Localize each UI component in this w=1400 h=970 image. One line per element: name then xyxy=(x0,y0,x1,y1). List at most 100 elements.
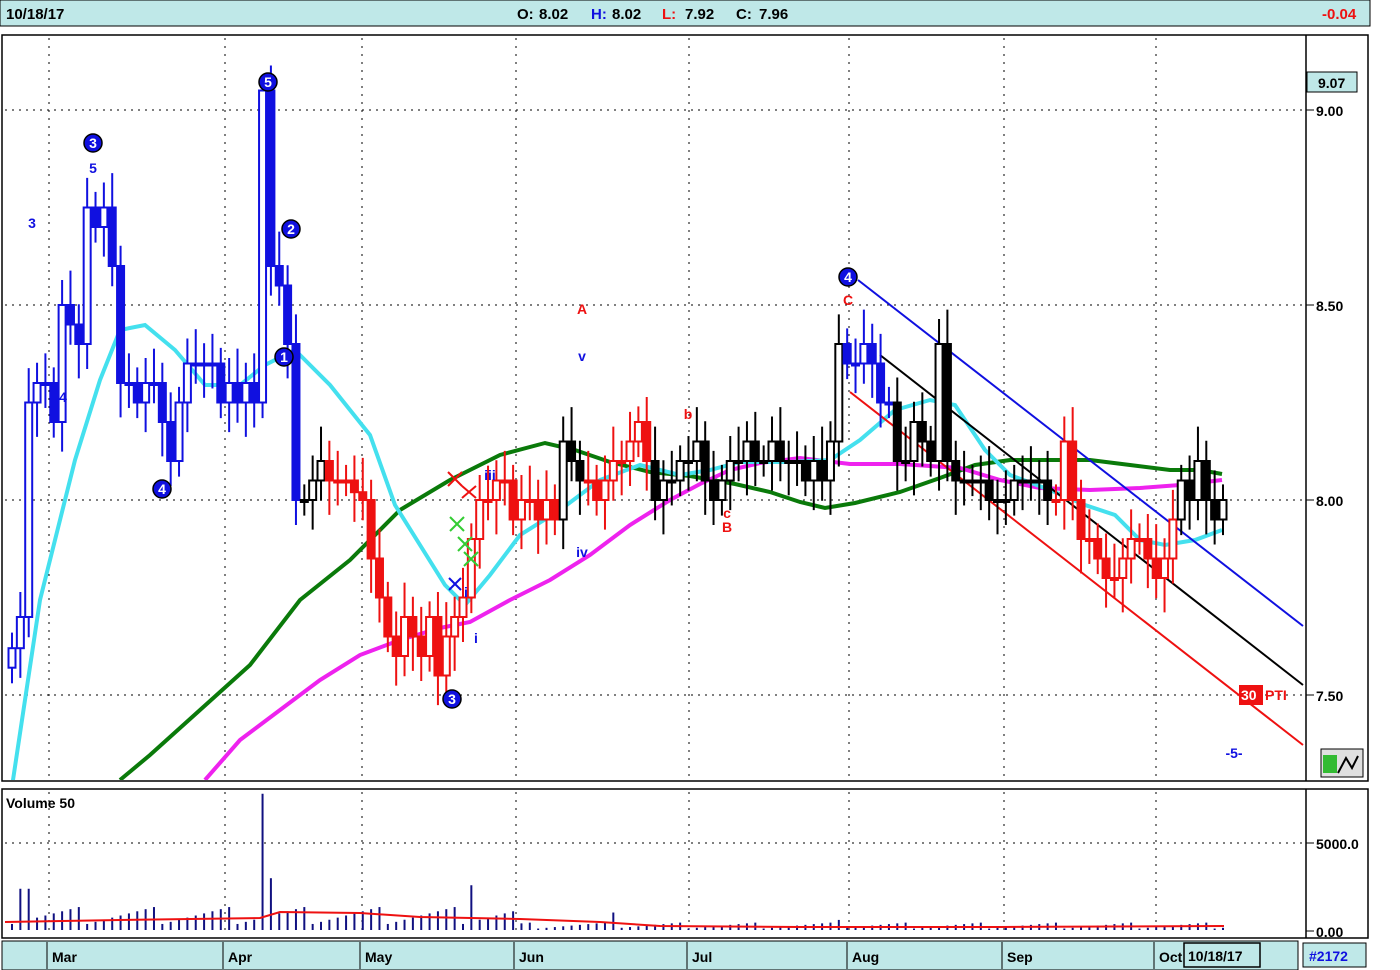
candle-body xyxy=(909,421,919,462)
candle-body xyxy=(942,343,952,462)
wave-label: 4 xyxy=(158,481,166,497)
candle-body xyxy=(15,616,25,650)
candle-body xyxy=(24,401,34,618)
candle-body xyxy=(241,382,251,404)
candle-body xyxy=(333,479,343,484)
month-label: Oct xyxy=(1159,949,1183,965)
candle-body xyxy=(550,499,560,521)
candle-body xyxy=(959,479,969,484)
wave-label: iii xyxy=(484,467,496,483)
candle-body xyxy=(792,460,802,464)
wave-label: A xyxy=(577,301,587,317)
candle-body xyxy=(709,479,719,501)
close-label: C: xyxy=(736,6,752,23)
candle-body xyxy=(976,479,986,484)
candle-body xyxy=(683,460,693,464)
candle-body xyxy=(182,362,192,404)
candle-body xyxy=(767,440,777,462)
candle-body xyxy=(199,362,209,367)
candle-body xyxy=(491,479,501,501)
candle-body xyxy=(859,343,869,365)
candle-body xyxy=(1134,538,1144,542)
wave-label: v xyxy=(578,348,586,364)
candle-body xyxy=(817,460,827,482)
candle-body xyxy=(1118,557,1128,579)
candle-body xyxy=(458,596,468,618)
candle-body xyxy=(951,460,961,482)
scale-toggle-icon[interactable] xyxy=(1320,748,1364,778)
candle-body xyxy=(1109,577,1119,581)
candle-body xyxy=(450,616,460,638)
month-label: May xyxy=(365,949,392,965)
candle-body xyxy=(132,382,142,404)
candle-body xyxy=(441,635,451,677)
candle-body xyxy=(1151,557,1161,579)
candle-body xyxy=(876,362,886,404)
candle-body xyxy=(249,382,259,404)
month-label: Mar xyxy=(52,949,77,965)
candle-body xyxy=(608,460,618,482)
candle-body xyxy=(516,499,526,521)
candle-body xyxy=(416,635,426,657)
price-panel[interactable]: 345345213iiiiivivAbcBC4-5- 9.008.508.007… xyxy=(1,34,1369,800)
candle-body xyxy=(400,616,410,657)
candle-body xyxy=(149,382,159,386)
candle-body xyxy=(224,382,234,404)
candle-body xyxy=(667,479,677,484)
candle-body xyxy=(124,382,134,386)
candle-body xyxy=(1168,518,1178,560)
candle-body xyxy=(349,479,359,494)
candle-body xyxy=(967,479,977,484)
candle-body xyxy=(1218,499,1228,521)
candle-body xyxy=(542,499,552,521)
candle-body xyxy=(283,284,293,345)
month-label: Aug xyxy=(852,949,879,965)
candle-body xyxy=(926,440,936,462)
wave-label: b xyxy=(684,406,693,422)
candle-body xyxy=(567,440,577,462)
candle-body xyxy=(867,343,877,365)
candle-body xyxy=(834,343,844,443)
month-label: Jun xyxy=(519,949,544,965)
pti-value: 30 xyxy=(1241,687,1257,703)
candle-body xyxy=(617,460,627,464)
candle-body xyxy=(266,89,276,267)
volume-panel[interactable]: Volume 50 5000.0 0.00 xyxy=(1,788,1369,940)
candle-body xyxy=(324,460,334,482)
wave-label: 4 xyxy=(59,389,67,405)
candle-body xyxy=(633,421,643,443)
wave-label: iv xyxy=(576,544,588,560)
month-label: Jul xyxy=(692,949,712,965)
volume-tick-0: 0.00 xyxy=(1316,924,1343,940)
candle-body xyxy=(107,206,117,267)
candle-body xyxy=(600,479,610,501)
high-label: H: xyxy=(591,6,607,23)
candle-body xyxy=(1143,538,1153,560)
candle-body xyxy=(475,499,485,540)
candle-body xyxy=(1160,557,1170,579)
candle-body xyxy=(1076,499,1086,540)
candle-body xyxy=(1034,479,1044,484)
candle-body xyxy=(1018,479,1028,484)
candle-body xyxy=(508,479,518,521)
candle-body xyxy=(583,479,593,484)
wave-label: i xyxy=(474,630,478,646)
candle-body xyxy=(1026,479,1036,484)
candle-body xyxy=(191,362,201,367)
low-value: 7.92 xyxy=(685,6,714,23)
wave-label: B xyxy=(722,519,732,535)
price-tick-label: 8.50 xyxy=(1316,298,1343,314)
candle-body xyxy=(533,499,543,521)
candle-body xyxy=(1193,460,1203,501)
candle-body xyxy=(642,421,652,462)
candle-body xyxy=(809,460,819,482)
time-axis: Mar Apr May Jun Jul Aug Sep Oct 10/18/17 #2172 xyxy=(1,940,1367,970)
candle-body xyxy=(366,499,376,560)
candle-body xyxy=(1068,440,1078,501)
candle-body xyxy=(725,460,735,482)
candle-body xyxy=(40,382,50,386)
candle-body xyxy=(700,440,710,482)
candle-body xyxy=(934,343,944,462)
candle-body xyxy=(91,206,101,228)
close-value: 7.96 xyxy=(759,6,788,23)
